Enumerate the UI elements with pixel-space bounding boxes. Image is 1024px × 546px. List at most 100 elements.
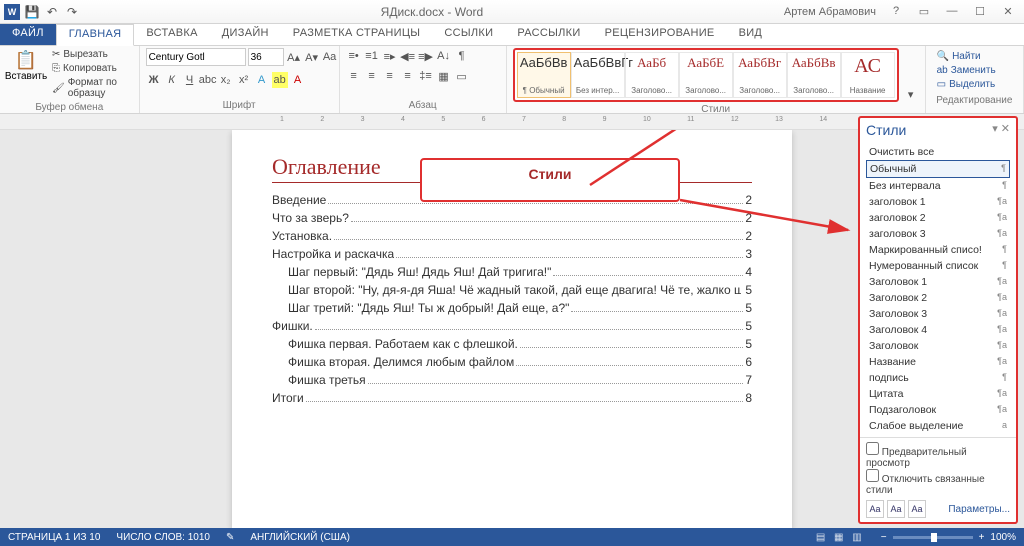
tab-insert[interactable]: ВСТАВКА [134,24,209,45]
borders-icon[interactable]: ▭ [454,68,470,84]
style-list-item[interactable]: Нумерованный список¶ [866,258,1010,274]
pane-dropdown-icon[interactable]: ▾ [992,123,998,135]
shading-icon[interactable]: ▦ [436,68,452,84]
text-effects-icon[interactable]: A [254,72,270,88]
ribbon-options-icon[interactable]: ▭ [912,5,936,18]
style-list-item[interactable]: заголовок 1¶a [866,194,1010,210]
minimize-icon[interactable]: — [940,5,964,18]
toc-entry[interactable]: Шаг третий: "Дядь Яш! Ты ж добрый! Дай е… [288,301,752,315]
print-layout-icon[interactable]: ▦ [831,532,846,543]
underline-button[interactable]: Ч [182,72,198,88]
style-list-item[interactable]: Заголовок 3¶a [866,306,1010,322]
user-name[interactable]: Артем Абрамович [784,6,876,18]
toc-entry[interactable]: Фишка вторая. Делимся любым файлом6 [288,355,752,369]
zoom-level[interactable]: 100% [990,532,1016,543]
style-list-item[interactable]: подпись¶ [866,370,1010,386]
justify-icon[interactable]: ≡ [400,68,416,84]
align-right-icon[interactable]: ≡ [382,68,398,84]
zoom-in-icon[interactable]: + [979,532,985,543]
shrink-font-icon[interactable]: A▾ [304,49,320,65]
style-list-item[interactable]: Заголовок 4¶a [866,322,1010,338]
toc-entry[interactable]: Шаг второй: "Ну, дя-я-дя Яша! Чё жадный … [288,283,752,297]
toc-entry[interactable]: Итоги8 [272,391,752,405]
style-gallery-item[interactable]: АаБбЗаголово... [625,52,679,98]
font-size-input[interactable] [248,48,284,66]
style-gallery-item[interactable]: АСНазвание [841,52,895,98]
style-list-item[interactable]: Заголовок¶a [866,338,1010,354]
style-gallery-item[interactable]: АаБбЕЗаголово... [679,52,733,98]
help-icon[interactable]: ? [884,5,908,18]
style-list-item[interactable]: Заголовок 1¶a [866,274,1010,290]
web-layout-icon[interactable]: ▥ [849,532,864,543]
styles-more-icon[interactable]: ▾ [903,86,919,102]
toc-entry[interactable]: Фишка третья7 [288,373,752,387]
style-list-item[interactable]: Без интервала¶ [866,178,1010,194]
save-icon[interactable]: 💾 [24,4,40,20]
toc-entry[interactable]: Шаг первый: "Дядь Яш! Дядь Яш! Дай триги… [288,265,752,279]
font-color-icon[interactable]: A [290,72,306,88]
cut-button[interactable]: ✂Вырезать [50,48,133,61]
language-status[interactable]: АНГЛИЙСКИЙ (США) [250,532,350,543]
paste-button[interactable]: 📋 Вставить [6,48,46,84]
style-list-item[interactable]: Подзаголовок¶a [866,402,1010,418]
style-list-item[interactable]: Название¶a [866,354,1010,370]
tab-view[interactable]: ВИД [727,24,775,45]
style-list-item[interactable]: Обычный¶ [866,160,1010,178]
style-list-item[interactable]: Цитата¶a [866,386,1010,402]
style-gallery-item[interactable]: АаБбВв¶ Обычный [517,52,571,98]
numbering-icon[interactable]: ≡1 [364,48,380,64]
font-name-input[interactable] [146,48,246,66]
align-center-icon[interactable]: ≡ [364,68,380,84]
tab-mailings[interactable]: РАССЫЛКИ [505,24,592,45]
tab-references[interactable]: ССЫЛКИ [432,24,505,45]
subscript-button[interactable]: x₂ [218,72,234,88]
preview-checkbox[interactable]: Предварительный просмотр [866,442,1010,469]
page-status[interactable]: СТРАНИЦА 1 ИЗ 10 [8,532,100,543]
style-gallery-item[interactable]: АаБбВгЗаголово... [733,52,787,98]
change-case-icon[interactable]: Aa [322,49,338,65]
find-button[interactable]: 🔍Найти [936,50,1013,63]
read-mode-icon[interactable]: ▤ [813,532,828,543]
redo-icon[interactable]: ↷ [64,4,80,20]
undo-icon[interactable]: ↶ [44,4,60,20]
bold-button[interactable]: Ж [146,72,162,88]
sort-icon[interactable]: A↓ [436,48,452,64]
tab-review[interactable]: РЕЦЕНЗИРОВАНИЕ [593,24,727,45]
grow-font-icon[interactable]: A▴ [286,49,302,65]
tab-layout[interactable]: РАЗМЕТКА СТРАНИЦЫ [281,24,433,45]
strikethrough-button[interactable]: abc [200,72,216,88]
clear-all-button[interactable]: Очистить все [866,144,1010,160]
style-list-item[interactable]: заголовок 3¶a [866,226,1010,242]
maximize-icon[interactable]: ☐ [968,5,992,18]
style-list-item[interactable]: Заголовок 2¶a [866,290,1010,306]
bullets-icon[interactable]: ≡• [346,48,362,64]
align-left-icon[interactable]: ≡ [346,68,362,84]
superscript-button[interactable]: x² [236,72,252,88]
select-button[interactable]: ▭Выделить [936,78,1013,91]
style-list-item[interactable]: Маркированный списо!¶ [866,242,1010,258]
format-painter-button[interactable]: 🖌Формат по образцу [50,76,133,100]
replace-button[interactable]: abЗаменить [936,64,1013,77]
disable-linked-checkbox[interactable]: Отключить связанные стили [866,469,1010,496]
tab-file[interactable]: ФАЙЛ [0,24,56,45]
toc-entry[interactable]: Фишка первая. Работаем как с флешкой.5 [288,337,752,351]
multilevel-icon[interactable]: ≡▸ [382,48,398,64]
increase-indent-icon[interactable]: ≡▶ [418,48,434,64]
toc-entry[interactable]: Настройка и раскачка3 [272,247,752,261]
options-link[interactable]: Параметры... [948,504,1010,515]
zoom-slider[interactable] [893,536,973,539]
show-marks-icon[interactable]: ¶ [454,48,470,64]
toc-entry[interactable]: Фишки.5 [272,319,752,333]
word-count[interactable]: ЧИСЛО СЛОВ: 1010 [116,532,210,543]
line-spacing-icon[interactable]: ‡≡ [418,68,434,84]
style-gallery-item[interactable]: АаБбВвЗаголово... [787,52,841,98]
italic-button[interactable]: К [164,72,180,88]
highlight-icon[interactable]: ab [272,72,288,88]
tab-design[interactable]: ДИЗАЙН [210,24,281,45]
toc-entry[interactable]: Установка.2 [272,229,752,243]
toc-entry[interactable]: Что за зверь?2 [272,211,752,225]
tab-home[interactable]: ГЛАВНАЯ [56,24,135,46]
copy-button[interactable]: ⎘Копировать [50,62,133,75]
pane-close-icon[interactable]: ✕ [1001,123,1010,135]
new-style-icon[interactable]: Aa [866,500,884,518]
